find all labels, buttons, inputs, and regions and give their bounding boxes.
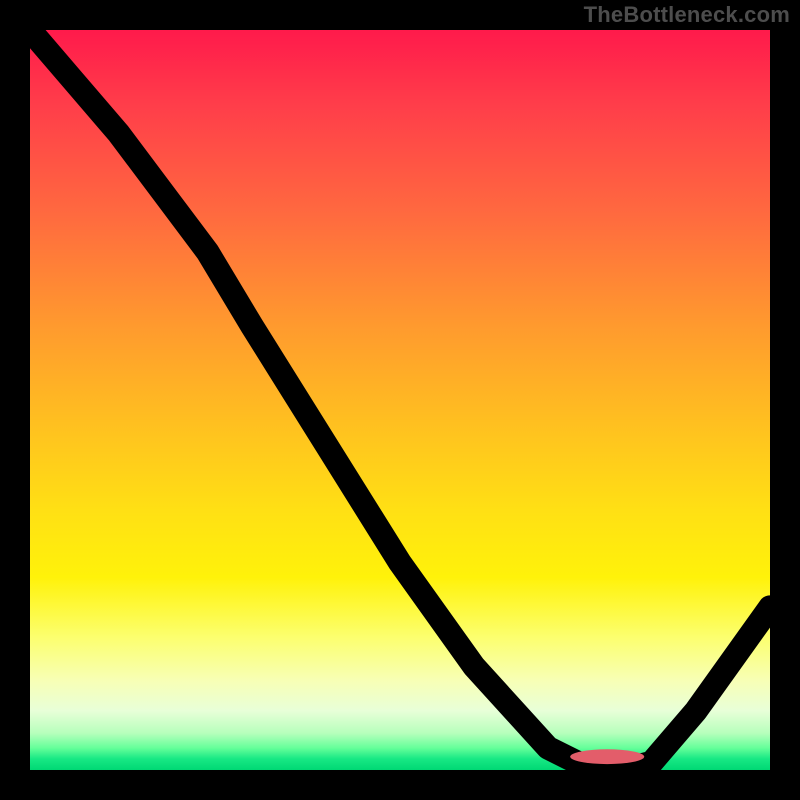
optimal-marker xyxy=(30,30,770,770)
plot-area xyxy=(30,30,770,770)
watermark-text: TheBottleneck.com xyxy=(584,2,790,28)
chart-frame: TheBottleneck.com xyxy=(0,0,800,800)
optimal-marker-rect xyxy=(570,749,644,764)
